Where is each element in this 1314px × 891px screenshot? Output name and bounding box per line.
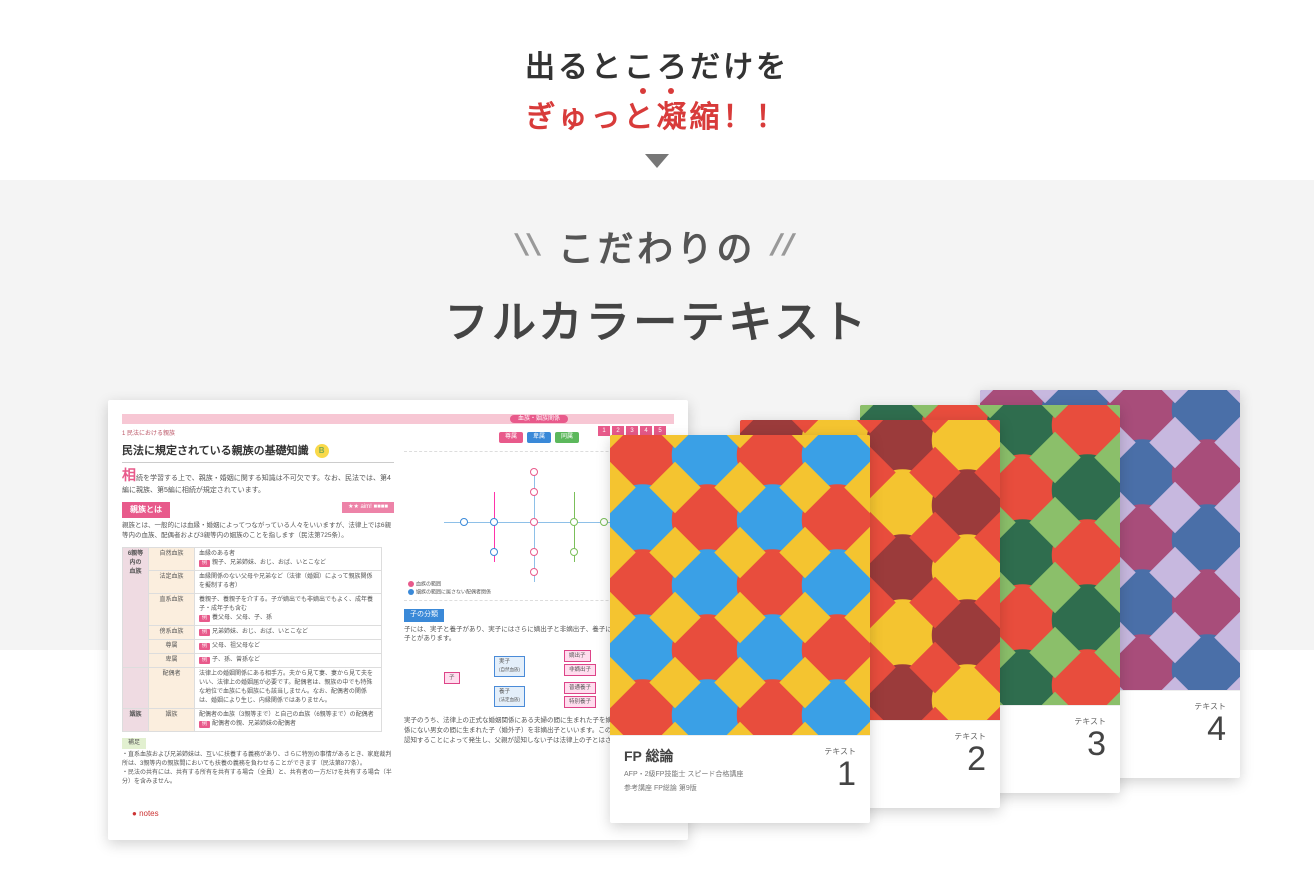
- book-title: FP 総論: [624, 746, 743, 766]
- slash-right-icon: //: [766, 229, 801, 263]
- note-label: 補足: [122, 738, 146, 749]
- subhead-line2: フルカラーテキスト: [0, 286, 1314, 350]
- slash-left-icon: \\: [513, 229, 548, 263]
- section-label: 親族とは: [122, 502, 170, 518]
- section-paragraph: 親族とは、一般的には血縁・婚姻によってつながっている人々をいいますが、法律上では…: [122, 521, 394, 541]
- mini-section-label: 子の分類: [404, 609, 444, 622]
- brand-mark: ● notes: [132, 808, 159, 820]
- aim-indicator: ★★ aim! ■■■■: [342, 502, 394, 513]
- subheading: \\ こだわりの // フルカラーテキスト: [0, 220, 1314, 350]
- headline-line1: 出るところだけを: [0, 42, 1314, 86]
- emphasis-dots: [640, 88, 674, 94]
- lead-paragraph: 相続を学習する上で、親族・婚姻に関する知識は不可欠です。なお、民法では、第4編に…: [122, 465, 394, 497]
- chevron-down-icon: [645, 154, 669, 168]
- book-cover-1: FP 総論 AFP・2級FP技能士 スピード合格講座 参考講座 FP総論 第9版…: [610, 435, 870, 823]
- rank-badge: B: [315, 444, 329, 458]
- pill-label: 血族・姻族関係: [510, 415, 568, 423]
- kinship-table: 6親等内の血族 自然血族 血縁のある者例親子、兄弟姉妹、おじ、おば、いとこなど …: [122, 547, 382, 732]
- subhead-line1: こだわりの: [558, 220, 756, 272]
- book-covers: 策 テキスト4 と資金計画 試験対策 テキスト3 ガイドブック 対策: [600, 430, 1300, 870]
- headline-line2: ぎゅっと凝縮！！: [525, 92, 788, 136]
- spread-heading: 民法に規定されている親族の基礎知識 B: [122, 443, 394, 463]
- headline: 出るところだけを ぎゅっと凝縮！！: [0, 0, 1314, 168]
- note-body: ・直系血族および兄弟姉妹は、互いに扶養する義務があり、さらに特別の事情があるとき…: [122, 751, 394, 787]
- diagram-legend: 血族の範囲 姻族の範囲に属さない配偶者関係: [408, 581, 491, 596]
